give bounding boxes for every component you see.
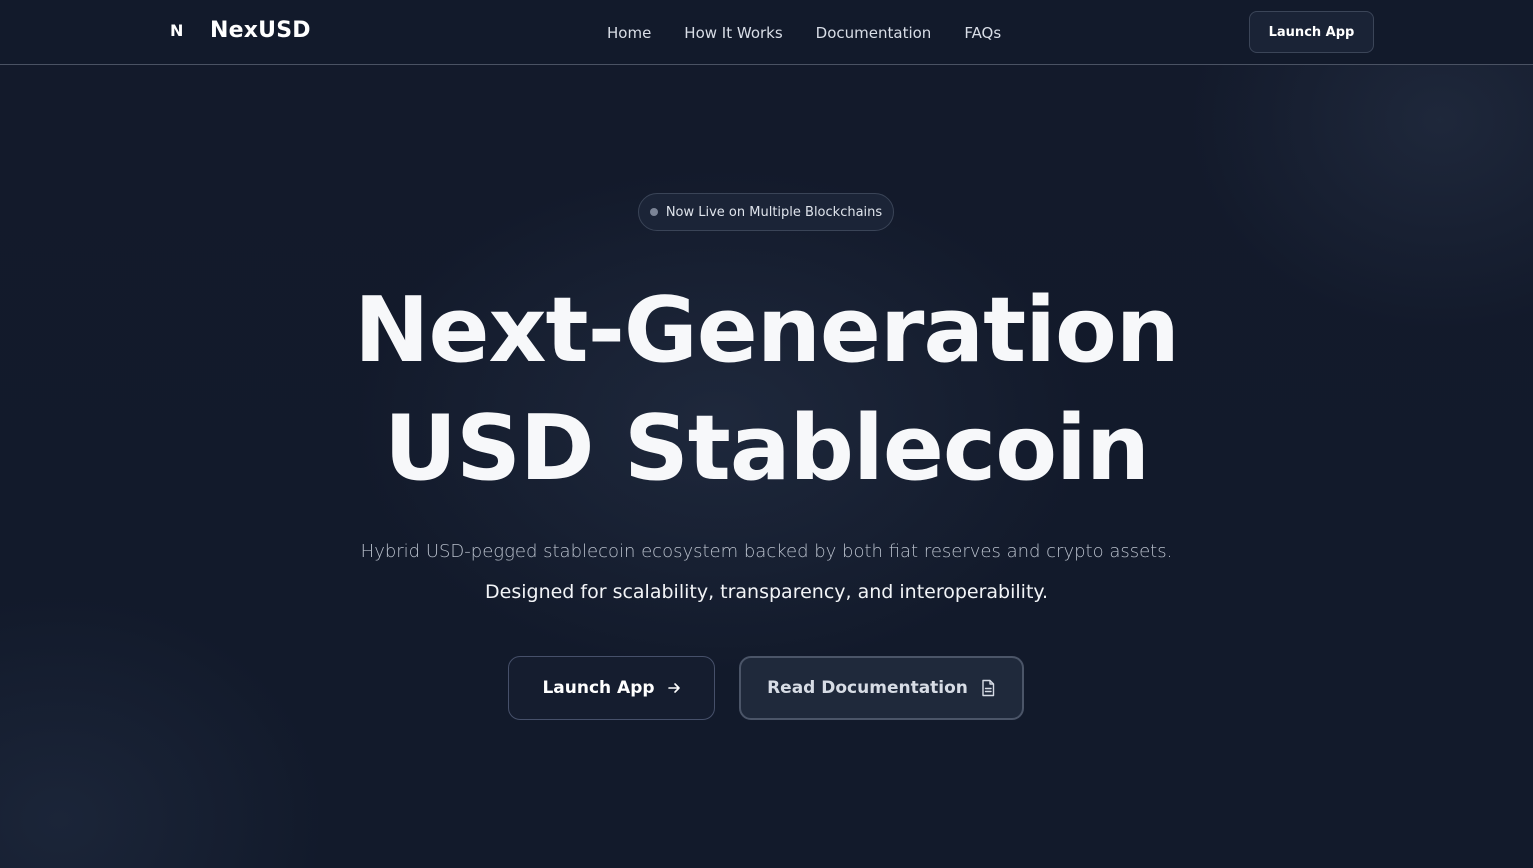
brand-name[interactable]: NexUSD xyxy=(210,18,311,43)
status-dot-icon xyxy=(649,208,658,216)
nav-documentation[interactable]: Documentation xyxy=(816,24,932,42)
main-nav: Home How It Works Documentation FAQs xyxy=(607,24,1001,42)
header-launch-app-button[interactable]: Launch App xyxy=(1249,11,1374,53)
logo-icon[interactable]: N xyxy=(170,21,183,40)
read-documentation-button[interactable]: Read Documentation xyxy=(739,656,1024,720)
launch-app-label: Launch App xyxy=(542,678,655,698)
hero-headline-line1: Next-Generation xyxy=(354,278,1180,383)
nav-how-it-works[interactable]: How It Works xyxy=(684,24,782,42)
hero-subtitle: Hybrid USD-pegged stablecoin ecosystem b… xyxy=(360,541,1173,562)
status-badge-label: Now Live on Multiple Blockchains xyxy=(665,204,883,220)
top-navbar: N NexUSD Home How It Works Documentation… xyxy=(0,0,1533,65)
status-badge: Now Live on Multiple Blockchains xyxy=(638,193,894,231)
nav-faqs[interactable]: FAQs xyxy=(964,24,1001,42)
read-documentation-label: Read Documentation xyxy=(767,678,968,698)
nav-home[interactable]: Home xyxy=(607,24,651,42)
landing-page: N NexUSD Home How It Works Documentation… xyxy=(0,0,1533,868)
hero-headline: Next-Generation USD Stablecoin xyxy=(0,272,1533,508)
document-icon xyxy=(980,679,996,697)
hero-headline-line2: USD Stablecoin xyxy=(384,396,1150,501)
launch-app-button[interactable]: Launch App xyxy=(508,656,715,720)
arrow-right-icon xyxy=(667,681,681,695)
hero-tagline: Designed for scalability, transparency, … xyxy=(485,581,1048,603)
